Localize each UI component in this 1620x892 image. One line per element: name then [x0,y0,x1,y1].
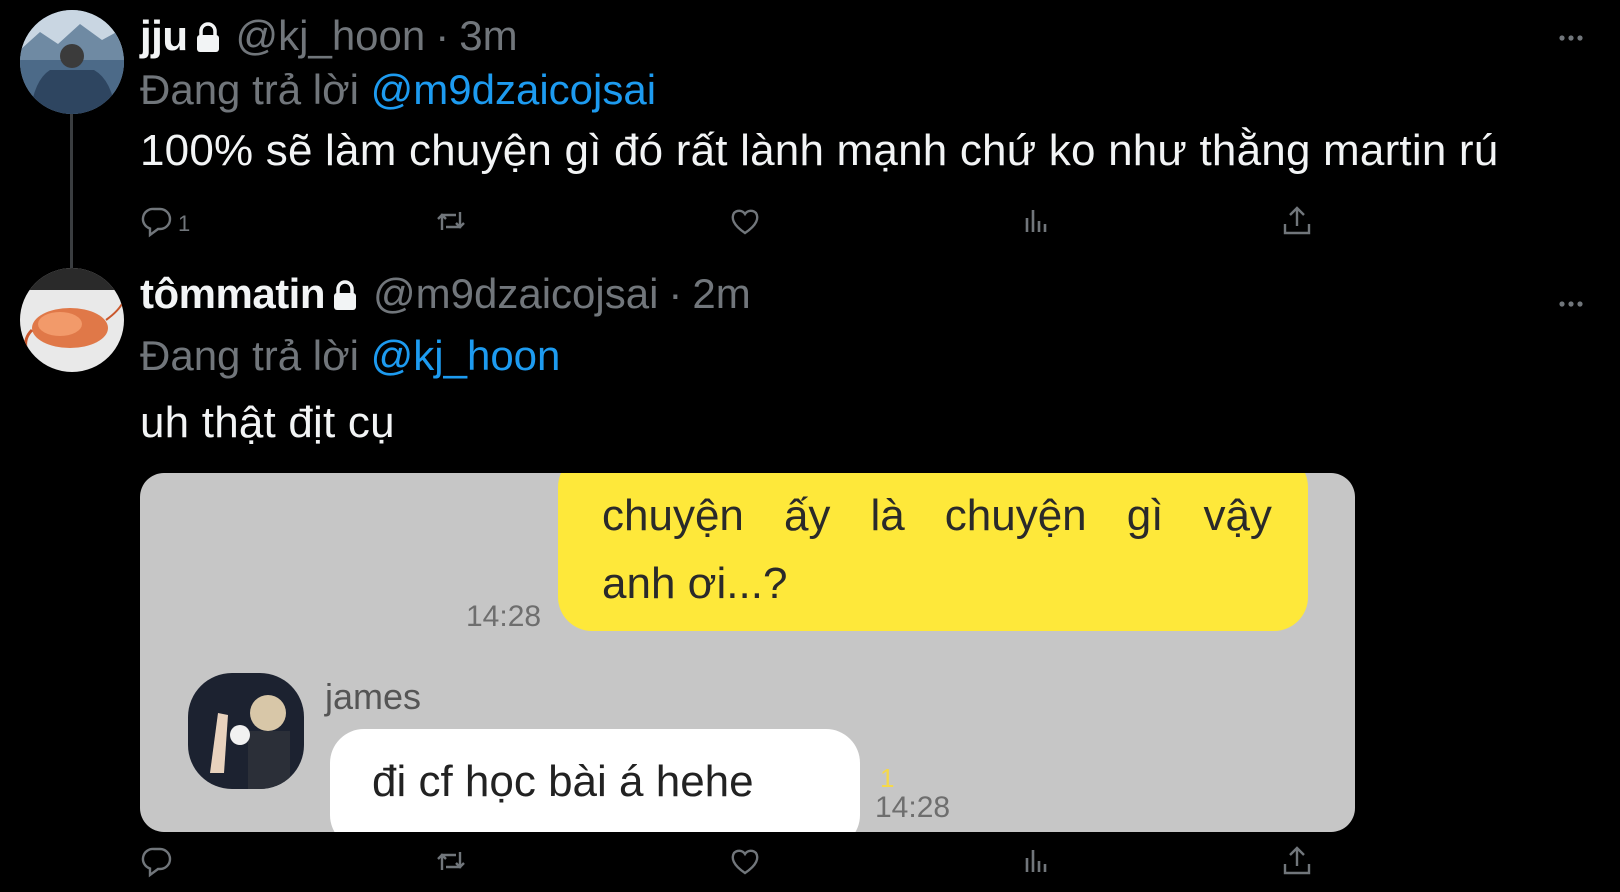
more-options-icon[interactable] [1558,30,1584,41]
word: gì [1126,491,1164,540]
reply-button[interactable] [140,846,178,882]
reply-mention-link[interactable]: @m9dzaicojsai [371,66,656,113]
like-button[interactable] [728,846,762,882]
retweet-icon [434,204,468,244]
separator: · [435,12,450,59]
tweet-text: uh thật địt cụ [140,398,395,447]
tweet-text: 100% sẽ làm chuyện gì đó rất lành mạnh c… [140,126,1499,175]
retweet-button[interactable] [434,206,468,242]
reply-mention-link[interactable]: @kj_hoon [371,332,561,379]
received-message-bubble: đi cf học bài á hehe [330,729,860,832]
analytics-button[interactable] [1020,206,1054,242]
reply-button[interactable]: 1 [140,206,190,242]
received-message-text: đi cf học bài á hehe [372,757,754,806]
word: ấy [783,491,831,540]
display-name[interactable]: jju [140,12,188,60]
avatar-jju[interactable] [20,10,124,114]
lock-icon [194,22,222,54]
reply-icon [140,844,174,884]
share-button[interactable] [1280,846,1314,882]
reply-icon [140,204,174,244]
word: vậy [1203,491,1272,540]
tweet-header: tômmatin @m9dzaicojsai · 2m [140,270,751,318]
sent-message-bubble: chuyện ấy là chuyện gì vậy anh ơi...? [558,473,1308,631]
tweet-actions [140,846,1360,886]
more-options-icon[interactable] [1558,296,1584,307]
avatar-tommatin[interactable] [20,268,124,372]
handle[interactable]: @m9dzaicojsai [373,270,658,318]
word: chuyện [944,491,1087,540]
share-icon [1280,844,1314,884]
retweet-icon [434,844,468,884]
friend-avatar [188,673,304,789]
like-icon [728,204,762,244]
share-icon [1280,204,1314,244]
tweet-media-image[interactable]: chuyện ấy là chuyện gì vậy anh ơi...? 14… [140,473,1355,832]
tweet-actions: 1 [140,206,1360,246]
display-name[interactable]: tômmatin [140,270,326,318]
handle[interactable]: @kj_hoon [236,12,426,60]
replying-to: Đang trả lời @kj_hoon [140,332,560,380]
reply-prefix: Đang trả lời [140,66,359,113]
analytics-button[interactable] [1020,846,1054,882]
tweet-header: jju @kj_hoon · 3m [140,12,518,60]
share-button[interactable] [1280,206,1314,242]
thread-line [70,114,73,270]
unread-count: 1 [880,763,895,793]
word: là [870,491,905,540]
replying-to: Đang trả lời @m9dzaicojsai [140,66,656,114]
sent-message-line2: anh ơi...? [602,559,788,608]
timestamp[interactable]: 3m [459,12,517,60]
analytics-icon [1020,204,1054,244]
timestamp[interactable]: 2m [692,270,750,318]
sent-message-line1: chuyện ấy là chuyện gì vậy [602,491,1272,541]
like-button[interactable] [728,206,762,242]
received-time: 14:28 [875,791,951,824]
word: chuyện [602,491,744,540]
like-icon [728,844,762,884]
lock-icon [331,280,359,312]
retweet-button[interactable] [434,846,468,882]
sent-time: 14:28 [466,600,542,633]
analytics-icon [1020,844,1054,884]
separator: · [668,270,683,317]
reply-prefix: Đang trả lời [140,332,359,379]
reply-count: 1 [178,211,191,236]
friend-name: james [325,676,422,717]
